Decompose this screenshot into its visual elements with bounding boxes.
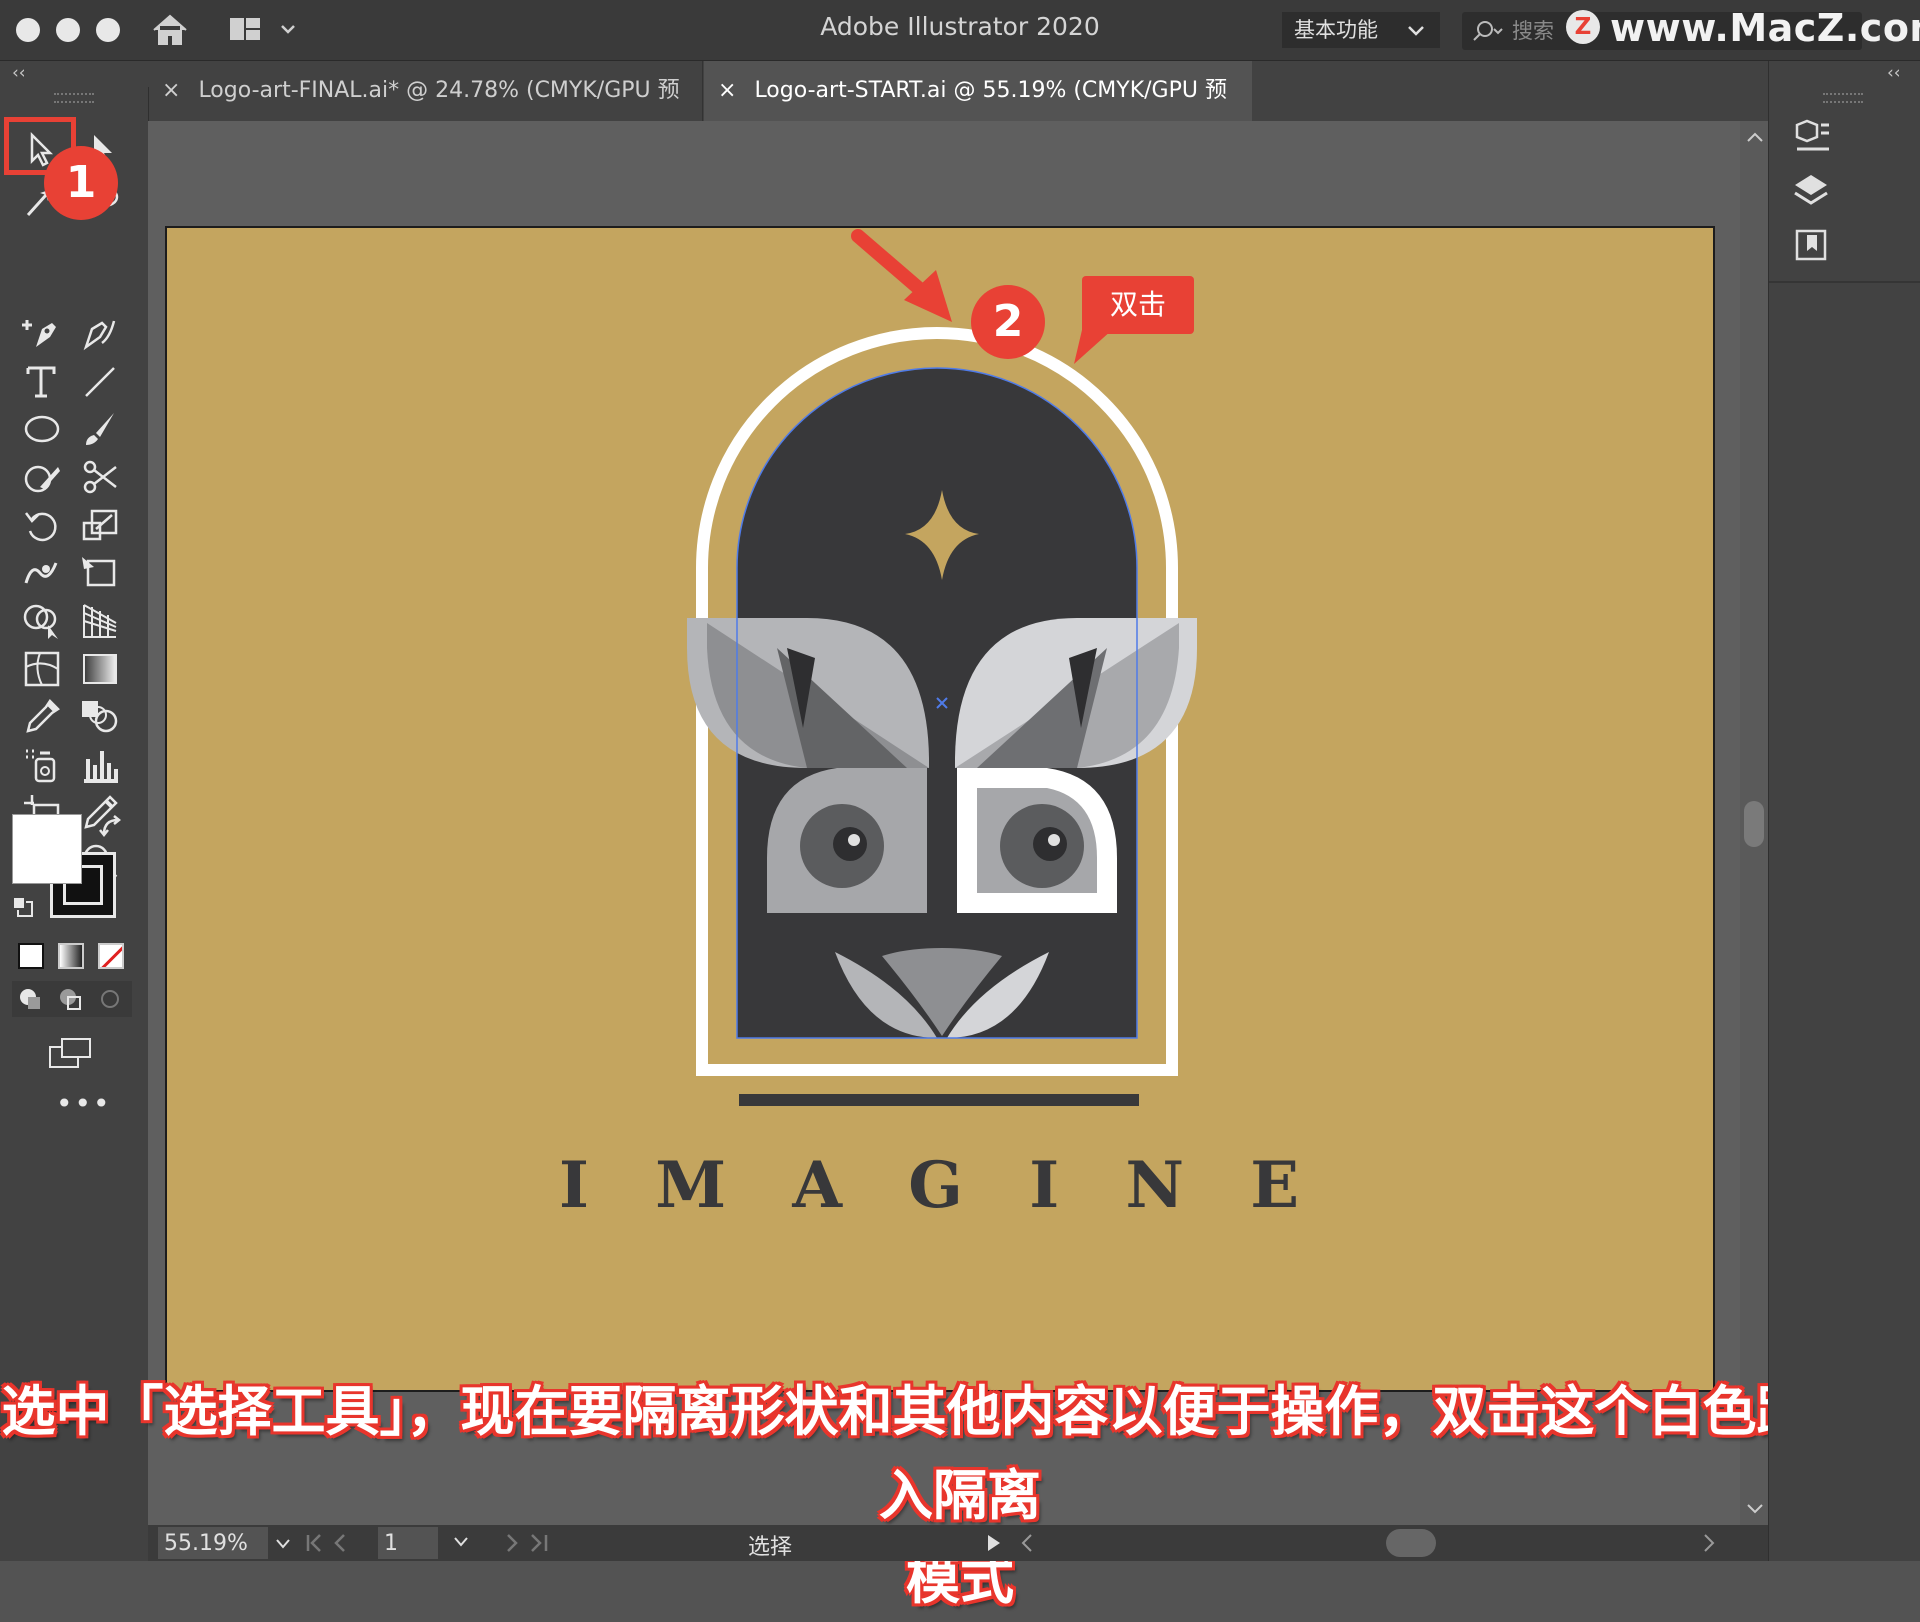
watermark-text: www.MacZ.com <box>1610 6 1920 50</box>
workspace-switcher[interactable]: 基本功能 <box>1282 12 1440 48</box>
scroll-right-icon[interactable] <box>1702 1533 1716 1553</box>
document-tabs: × Logo-art-FINAL.ai* @ 24.78% (CMYK/GPU 预… <box>148 61 1768 163</box>
watermark-logo: Z <box>1566 10 1600 44</box>
collapse-chevrons-icon[interactable]: ‹‹ <box>12 63 26 83</box>
zoom-value: 55.19% <box>164 1531 248 1556</box>
chevron-down-icon[interactable] <box>452 1535 470 1549</box>
tutorial-caption: 选中「选择工具」，现在要隔离形状和其他内容以便于操作，双击这个白色路径进入隔离 … <box>0 1370 1920 1622</box>
vertical-scroll-thumb[interactable] <box>1744 801 1764 847</box>
scissors-icon[interactable] <box>80 457 120 497</box>
more-tools-icon[interactable]: ••• <box>56 1087 112 1120</box>
pen-tool-icon[interactable] <box>20 313 60 353</box>
blend-tool-icon[interactable] <box>80 697 120 737</box>
close-tab-icon[interactable]: × <box>162 78 180 103</box>
rotate-tool-icon[interactable] <box>22 505 62 545</box>
type-tool-icon[interactable] <box>22 362 62 402</box>
status-bar: 55.19% 1 选择 <box>148 1525 1768 1561</box>
tab-logo-art-start[interactable]: ×Logo-art-START.ai @ 55.19% (CMYK/GPU 预览… <box>704 61 1252 163</box>
chevron-down-icon <box>1408 26 1424 36</box>
right-panel-dock: ‹‹ <box>1768 61 1920 1561</box>
search-placeholder: 搜索 <box>1512 19 1554 43</box>
libraries-icon[interactable] <box>1791 117 1831 157</box>
none-fill-button[interactable] <box>98 943 124 969</box>
collapse-chevrons-icon[interactable]: ‹‹ <box>1887 63 1901 83</box>
layers-icon[interactable] <box>1791 171 1831 211</box>
search-icon <box>1473 21 1503 41</box>
draw-normal-icon[interactable] <box>16 985 46 1013</box>
color-mode-buttons <box>12 937 142 977</box>
scale-tool-icon[interactable] <box>80 505 120 545</box>
ellipse-tool-icon[interactable] <box>22 409 62 449</box>
caption-line-1: 选中「选择工具」，现在要隔离形状和其他内容以便于操作，双击这个白色路径进入隔离 <box>1 1380 1919 1527</box>
artboard-number-field[interactable]: 1 <box>378 1527 438 1559</box>
vertical-scrollbar[interactable] <box>1740 121 1768 1525</box>
artboard[interactable]: I M A G I N E <box>165 226 1715 1392</box>
mesh-tool-icon[interactable] <box>22 649 62 689</box>
screen-mode-icon[interactable] <box>48 1037 94 1073</box>
gradient-fill-button[interactable] <box>58 943 84 969</box>
panel-grip[interactable] <box>1823 93 1863 103</box>
artboard-number: 1 <box>384 1531 398 1556</box>
panel-grip[interactable] <box>54 93 94 103</box>
perspective-grid-icon[interactable] <box>80 601 120 641</box>
warp-tool-icon[interactable] <box>22 553 62 593</box>
fill-swatch[interactable] <box>12 814 82 884</box>
symbol-sprayer-icon[interactable] <box>22 745 62 785</box>
annotation-arrow <box>851 229 952 322</box>
toolbar-collapse-strip[interactable]: ‹‹ <box>0 61 148 87</box>
zoom-field[interactable]: 55.19% <box>158 1527 290 1559</box>
next-last-artboard-icon[interactable] <box>504 1533 574 1553</box>
draw-inside-icon[interactable] <box>96 985 126 1013</box>
paintbrush-tool-icon[interactable] <box>80 409 120 449</box>
shaper-tool-icon[interactable] <box>22 457 62 497</box>
shape-builder-icon[interactable] <box>22 601 62 641</box>
close-tab-icon[interactable]: × <box>718 78 736 103</box>
panel-divider <box>1769 281 1920 283</box>
line-tool-icon[interactable] <box>80 362 120 402</box>
swap-fill-stroke-icon[interactable] <box>98 814 126 842</box>
current-tool-label: 选择 <box>748 1535 793 1560</box>
divider-bar <box>739 1094 1139 1106</box>
step-badge-1: 1 <box>44 146 118 220</box>
scroll-up-icon[interactable] <box>1746 131 1764 143</box>
first-prev-artboard-icon[interactable] <box>304 1533 374 1553</box>
callout-pointer <box>1074 330 1112 364</box>
graph-tool-icon[interactable] <box>80 745 120 785</box>
step-badge-2: 2 <box>971 285 1045 359</box>
draw-behind-icon[interactable] <box>56 985 86 1013</box>
workspace-label: 基本功能 <box>1294 18 1378 42</box>
double-click-callout: 双击 <box>1082 276 1194 334</box>
properties-icon[interactable] <box>1791 225 1831 265</box>
scroll-left-icon[interactable] <box>1020 1533 1034 1553</box>
eyedropper-icon[interactable] <box>22 697 62 737</box>
tab-logo-art-final[interactable]: × Logo-art-FINAL.ai* @ 24.78% (CMYK/GPU 预… <box>148 61 703 163</box>
draw-mode-buttons <box>12 981 132 1017</box>
gradient-tool-icon[interactable] <box>80 649 120 689</box>
free-transform-icon[interactable] <box>80 553 120 593</box>
tools-panel: ••• <box>0 87 149 1561</box>
horizontal-scroll-thumb[interactable] <box>1386 1529 1436 1557</box>
chevron-down-icon[interactable] <box>274 1537 292 1551</box>
color-fill-button[interactable] <box>18 943 44 969</box>
curvature-tool-icon[interactable] <box>80 313 120 353</box>
default-fill-stroke-icon[interactable] <box>10 894 36 920</box>
title-bar: Adobe Illustrator 2020 基本功能 搜索 Z www.Mac… <box>0 0 1920 61</box>
imagine-wordmark: I M A G I N E <box>559 1148 1321 1223</box>
play-icon[interactable] <box>984 1533 1004 1553</box>
